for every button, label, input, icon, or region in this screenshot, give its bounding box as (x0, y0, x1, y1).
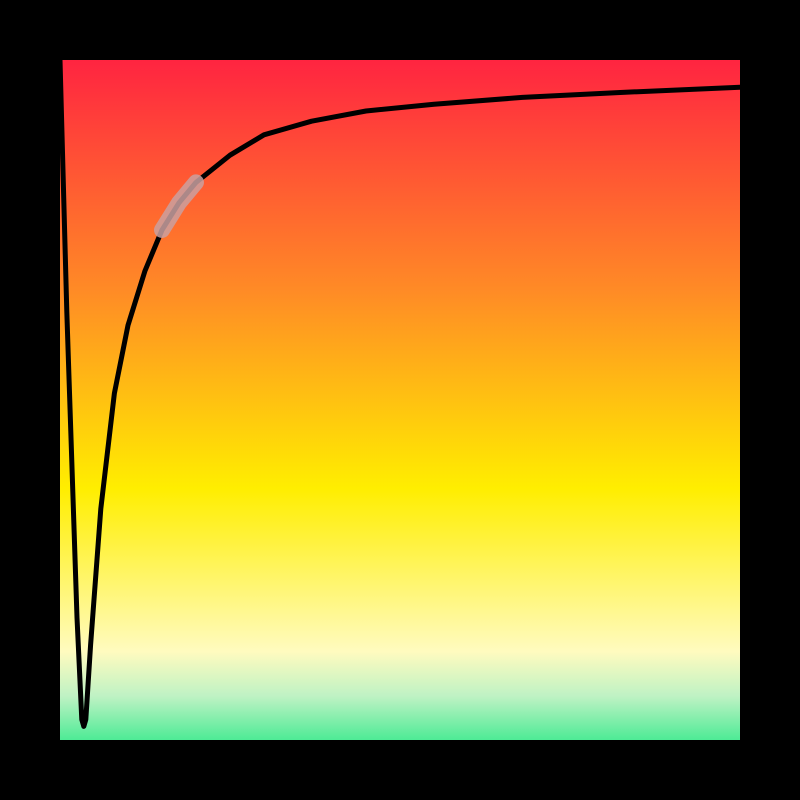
plot-background (30, 30, 770, 770)
chart-container: TheBottleneck.com (0, 0, 800, 800)
bottleneck-chart (0, 0, 800, 800)
